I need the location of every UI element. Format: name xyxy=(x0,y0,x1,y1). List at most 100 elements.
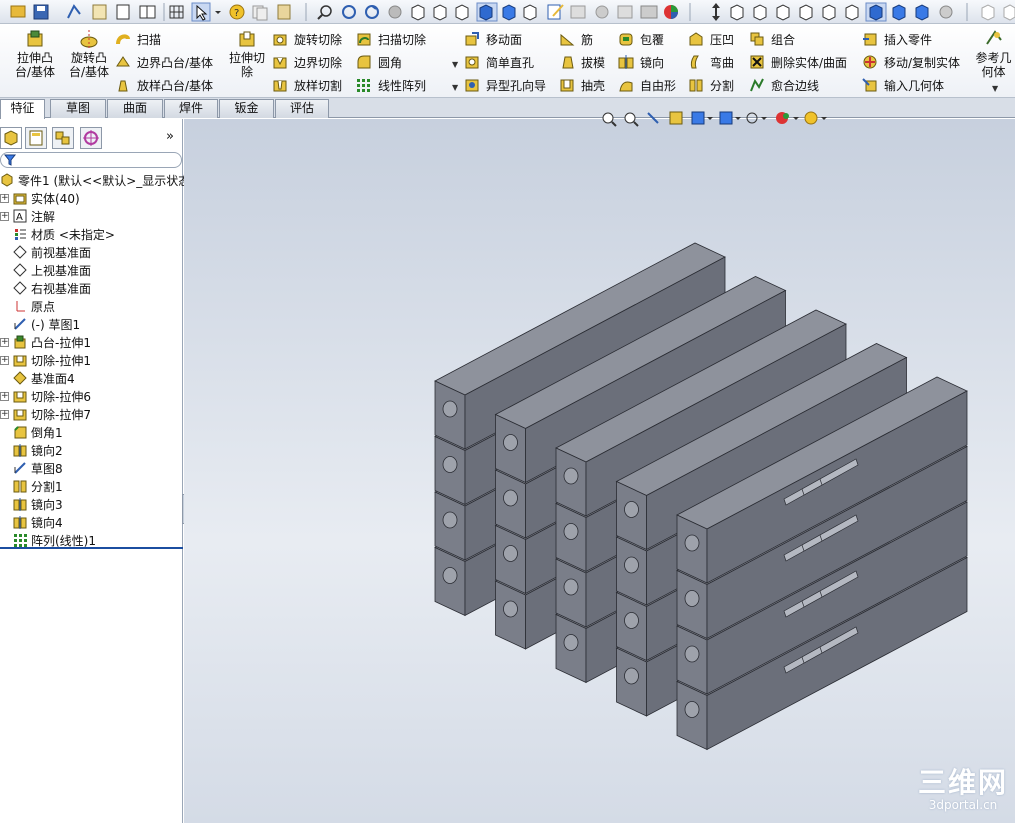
zoom-to-area-icon[interactable] xyxy=(624,112,639,127)
tree-item[interactable]: 镜向2 xyxy=(0,441,63,459)
file-properties-icon[interactable] xyxy=(92,4,107,20)
standard-views-icon[interactable] xyxy=(730,4,859,21)
shell-button[interactable]: 抽壳 xyxy=(559,75,605,95)
tree-item[interactable]: 草图8 xyxy=(0,459,63,477)
expand-toggle-icon[interactable]: + xyxy=(0,391,9,401)
expand-toggle-icon[interactable]: + xyxy=(0,355,9,365)
expand-panel-icon[interactable]: » xyxy=(166,129,174,144)
pattern-display-icon[interactable] xyxy=(640,5,658,19)
scene-icon[interactable] xyxy=(570,5,586,19)
save-icon[interactable] xyxy=(33,4,49,20)
tree-item[interactable]: 右视基准面 xyxy=(0,279,91,297)
window-icon[interactable] xyxy=(139,5,156,19)
import-geometry-button[interactable]: 输入几何体 xyxy=(862,75,944,95)
tree-item[interactable]: + 实体(40) xyxy=(0,189,80,207)
rotate-view-icon[interactable] xyxy=(365,5,379,19)
rib-button[interactable]: 筋 xyxy=(559,29,593,49)
tree-item[interactable]: 材质 <未指定> xyxy=(0,225,115,243)
previous-view-icon[interactable] xyxy=(647,112,659,124)
grid-icon[interactable] xyxy=(169,5,184,19)
options-icon[interactable] xyxy=(116,4,130,20)
tree-item[interactable]: 前视基准面 xyxy=(0,243,91,261)
tab-features[interactable]: 特征 xyxy=(0,99,45,119)
simple-hole-button[interactable]: 简单直孔 xyxy=(464,52,534,72)
tab-weldments[interactable]: 焊件 xyxy=(164,99,218,118)
pan-icon[interactable] xyxy=(388,5,402,19)
tree-item[interactable]: 镜向3 xyxy=(0,495,63,513)
tab-sketch[interactable]: 草图 xyxy=(50,99,106,118)
swept-cut-button[interactable]: 扫描切除 xyxy=(356,29,426,49)
display-style-icon[interactable] xyxy=(719,111,741,125)
shaded-icon[interactable] xyxy=(502,4,516,21)
indent-button[interactable]: 压凹 xyxy=(688,29,734,49)
flex-button[interactable]: 弯曲 xyxy=(688,52,734,72)
freeform-button[interactable]: 自由形 xyxy=(618,75,676,95)
tree-item[interactable]: 倒角1 xyxy=(0,423,63,441)
tree-item[interactable]: 基准面4 xyxy=(0,369,75,387)
layers-icon[interactable] xyxy=(617,5,633,19)
tree-item[interactable]: + A 注解 xyxy=(0,207,55,225)
tab-surfaces[interactable]: 曲面 xyxy=(107,99,163,118)
dimetric-icon[interactable] xyxy=(915,4,929,21)
tree-item[interactable]: 上视基准面 xyxy=(0,261,91,279)
copy-icon[interactable] xyxy=(252,5,268,21)
hide-show-items-icon[interactable] xyxy=(746,112,767,124)
move-copy-body-button[interactable]: 移动/复制实体 xyxy=(862,52,960,72)
insert-part-button[interactable]: 插入零件 xyxy=(862,29,932,49)
open-icon[interactable] xyxy=(10,5,26,18)
split-button[interactable]: 分割 xyxy=(688,75,734,95)
hole-wizard-button[interactable]: 异型孔向导 xyxy=(464,75,546,95)
zoom-to-fit-icon[interactable] xyxy=(317,5,332,20)
section-view-icon[interactable] xyxy=(669,111,683,125)
extruded-boss-button[interactable]: 拉伸凸 台/基体 xyxy=(12,28,58,79)
tab-evaluate[interactable]: 评估 xyxy=(275,99,329,118)
hide-show-icon[interactable] xyxy=(595,5,609,19)
normal-to-icon[interactable] xyxy=(712,3,720,21)
trimetric-icon[interactable] xyxy=(892,4,906,21)
view-cube-icon[interactable] xyxy=(411,4,469,21)
tree-item[interactable]: 分割1 xyxy=(0,477,63,495)
view-settings-icon[interactable] xyxy=(939,5,953,19)
view-orientation-2-icon[interactable] xyxy=(1003,4,1015,21)
reference-geometry-dropdown[interactable]: ▼ xyxy=(992,84,998,93)
edit-appearance-icon[interactable] xyxy=(776,112,799,124)
hole-dropdown[interactable]: ▼ xyxy=(452,60,458,69)
rollback-bar[interactable] xyxy=(0,547,183,549)
tree-item[interactable]: (-) 草图1 xyxy=(0,315,80,333)
lofted-cut-button[interactable]: 放样切割 xyxy=(272,75,342,95)
loft-boss-button[interactable]: 放样凸台/基体 xyxy=(115,75,213,95)
edit-appearance-icon[interactable] xyxy=(547,4,564,20)
reference-geometry-button[interactable]: 参考几 何体 xyxy=(972,28,1015,79)
revolved-boss-button[interactable]: 旋转凸 台/基体 xyxy=(66,28,112,79)
graphics-area[interactable] xyxy=(184,111,1015,823)
boundary-cut-button[interactable]: 边界切除 xyxy=(272,52,342,72)
knit-edge-button[interactable]: 愈合边线 xyxy=(749,75,819,95)
linear-pattern-dropdown[interactable]: ▼ xyxy=(452,83,458,92)
redraw-icon[interactable] xyxy=(342,5,356,19)
feature-tree-filter[interactable] xyxy=(0,152,182,168)
tree-item[interactable]: + 切除-拉伸7 xyxy=(0,405,91,423)
delete-body-button[interactable]: 删除实体/曲面 xyxy=(749,52,847,72)
tree-item[interactable]: + 切除-拉伸1 xyxy=(0,351,91,369)
property-manager-tab[interactable] xyxy=(25,127,47,149)
expand-toggle-icon[interactable]: + xyxy=(0,211,9,221)
configuration-manager-tab[interactable] xyxy=(52,127,74,149)
dimxpert-manager-tab[interactable] xyxy=(80,127,102,149)
tree-item[interactable]: 镜向4 xyxy=(0,513,63,531)
expand-toggle-icon[interactable]: + xyxy=(0,409,9,419)
view-orientation-icon[interactable] xyxy=(981,4,995,21)
mirror-button[interactable]: 镜向 xyxy=(618,52,664,72)
fillet-button[interactable]: 圆角 xyxy=(356,52,402,72)
help-icon[interactable]: ? xyxy=(229,4,245,20)
zoom-to-fit-icon[interactable] xyxy=(602,112,617,127)
revolved-cut-button[interactable]: 旋转切除 xyxy=(272,29,342,49)
chevron-down-icon[interactable] xyxy=(215,11,221,14)
feature-manager-tab[interactable] xyxy=(0,127,22,149)
view-orientation-icon[interactable] xyxy=(691,111,713,125)
combine-button[interactable]: 组合 xyxy=(749,29,795,49)
move-face-button[interactable]: 移动面 xyxy=(464,29,522,49)
boundary-boss-button[interactable]: 边界凸台/基体 xyxy=(115,52,213,72)
paste-icon[interactable] xyxy=(277,4,291,20)
tree-item[interactable]: + 凸台-拉伸1 xyxy=(0,333,91,351)
tab-sheet-metal[interactable]: 钣金 xyxy=(219,99,274,118)
